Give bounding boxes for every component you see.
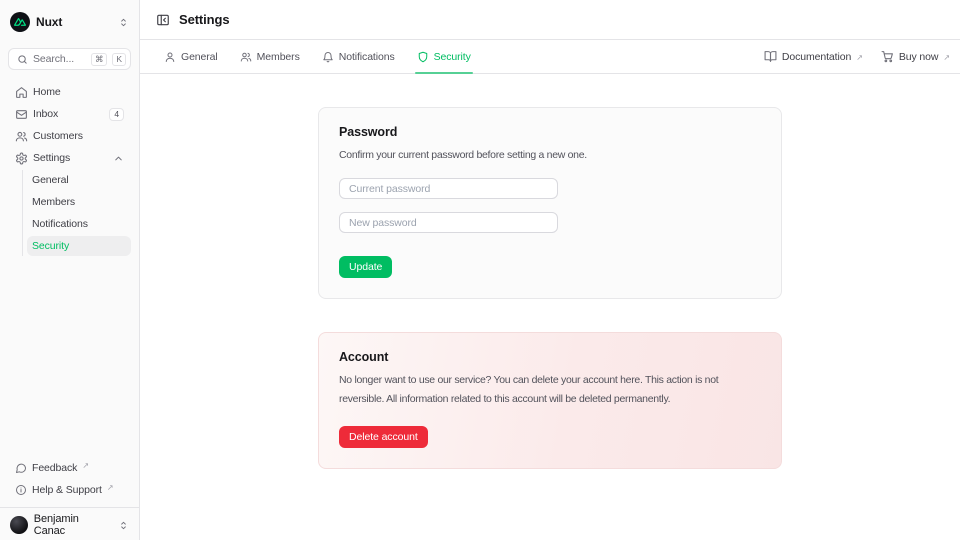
password-card: Password Confirm your current password b… xyxy=(318,107,782,299)
tab-label: General xyxy=(181,51,218,63)
user-name: Benjamin Canac xyxy=(34,513,112,537)
sidebar-item-label: Inbox xyxy=(33,108,58,120)
documentation-label: Documentation xyxy=(782,51,851,63)
tabs-bar: General Members Notifications Security xyxy=(140,40,960,74)
settings-submenu: General Members Notifications Security xyxy=(22,170,131,256)
chevrons-up-down-icon xyxy=(118,520,129,531)
content-area: Password Confirm your current password b… xyxy=(140,74,960,540)
sidebar-item-settings[interactable]: Settings xyxy=(8,148,131,168)
info-circle-icon xyxy=(15,484,27,496)
sidebar-item-members[interactable]: Members xyxy=(27,192,131,212)
sub-item-label: Members xyxy=(32,196,75,208)
search-placeholder: Search... xyxy=(33,53,86,65)
main-area: Settings General Members Notifications S… xyxy=(140,0,960,540)
sidebar-item-label: Home xyxy=(33,86,61,98)
chat-bubble-icon xyxy=(15,462,27,474)
sidebar-item-customers[interactable]: Customers xyxy=(8,126,131,146)
delete-account-button[interactable]: Delete account xyxy=(339,426,428,448)
avatar xyxy=(10,516,28,534)
tab-general[interactable]: General xyxy=(164,40,218,73)
buy-now-link[interactable]: Buy now ↗ xyxy=(881,50,950,63)
user-menu[interactable]: Benjamin Canac xyxy=(8,514,131,536)
feedback-label: Feedback xyxy=(32,462,77,474)
tab-label: Notifications xyxy=(339,51,395,63)
current-password-field[interactable] xyxy=(339,178,558,199)
password-card-description: Confirm your current password before set… xyxy=(339,146,761,164)
update-button[interactable]: Update xyxy=(339,256,392,278)
inbox-icon xyxy=(15,108,28,121)
search-input[interactable]: Search... ⌘ K xyxy=(8,48,131,70)
account-card-title: Account xyxy=(339,350,761,364)
page-title: Settings xyxy=(179,12,229,27)
sidebar-item-inbox[interactable]: Inbox 4 xyxy=(8,104,131,124)
external-link-icon: ↗ xyxy=(107,483,114,492)
external-link-icon: ↗ xyxy=(82,461,89,470)
shield-icon xyxy=(417,51,429,63)
sidebar-nav: Home Inbox 4 Customers Settings xyxy=(0,82,139,258)
bell-icon xyxy=(322,51,334,63)
sub-item-label: General xyxy=(32,174,69,186)
new-password-field[interactable] xyxy=(339,212,558,233)
sidebar-divider xyxy=(0,507,139,508)
users-icon xyxy=(15,130,28,143)
chevron-up-icon xyxy=(113,153,124,164)
user-icon xyxy=(164,51,176,63)
sidebar-item-home[interactable]: Home xyxy=(8,82,131,102)
sub-item-label: Notifications xyxy=(32,218,88,230)
sidebar-item-label: Settings xyxy=(33,152,70,164)
book-open-icon xyxy=(764,50,777,63)
home-icon xyxy=(15,86,28,99)
search-icon xyxy=(17,54,28,65)
external-link-icon: ↗ xyxy=(856,53,863,62)
tab-notifications[interactable]: Notifications xyxy=(322,40,395,73)
tabs-actions: Documentation ↗ Buy now ↗ xyxy=(764,50,950,63)
tab-label: Security xyxy=(434,51,471,63)
page-header: Settings xyxy=(140,0,960,40)
workspace-selector[interactable]: Nuxt xyxy=(8,10,131,34)
inbox-count-badge: 4 xyxy=(109,108,124,121)
sidebar-item-general[interactable]: General xyxy=(27,170,131,190)
sidebar-item-security[interactable]: Security xyxy=(27,236,131,256)
kbd-k: K xyxy=(112,53,126,66)
documentation-link[interactable]: Documentation ↗ xyxy=(764,50,863,63)
sidebar: Nuxt Search... ⌘ K Home Inbox 4 xyxy=(0,0,140,540)
chevrons-up-down-icon xyxy=(118,17,129,28)
sidebar-item-label: Customers xyxy=(33,130,83,142)
workspace-name: Nuxt xyxy=(36,15,62,29)
sidebar-item-notifications[interactable]: Notifications xyxy=(27,214,131,234)
kbd-cmd: ⌘ xyxy=(91,53,107,66)
panel-left-close-icon[interactable] xyxy=(156,13,170,27)
gear-icon xyxy=(15,152,28,165)
help-support-label: Help & Support xyxy=(32,484,102,496)
help-support-link[interactable]: Help & Support ↗ xyxy=(8,480,131,500)
account-card: Account No longer want to use our servic… xyxy=(318,332,782,469)
cart-icon xyxy=(881,50,894,63)
tab-security[interactable]: Security xyxy=(417,40,471,73)
password-card-title: Password xyxy=(339,125,761,139)
account-card-description: No longer want to use our service? You c… xyxy=(339,371,761,409)
users-icon xyxy=(240,51,252,63)
external-link-icon: ↗ xyxy=(943,53,950,62)
nuxt-logo-icon xyxy=(10,12,30,32)
sidebar-footer-links: Feedback ↗ Help & Support ↗ xyxy=(0,458,139,502)
tab-members[interactable]: Members xyxy=(240,40,300,73)
sidebar-spacer xyxy=(0,258,139,458)
sub-item-label: Security xyxy=(32,240,69,252)
feedback-link[interactable]: Feedback ↗ xyxy=(8,458,131,478)
tab-label: Members xyxy=(257,51,300,63)
buy-now-label: Buy now xyxy=(899,51,939,63)
